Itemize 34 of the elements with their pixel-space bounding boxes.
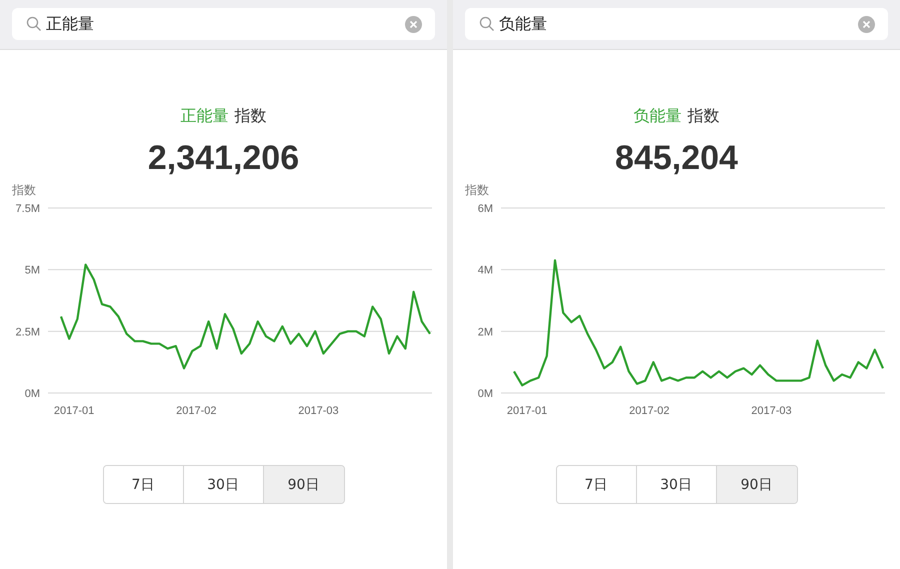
axis-tick-label: 2017-02 [629,405,670,417]
title-keyword: 负能量 [634,106,682,127]
axis-tick-label: 5M [24,264,40,277]
search-icon [26,16,42,32]
search-query: 负能量 [499,14,548,34]
axis-tick-label: 6M [478,203,493,215]
clear-icon[interactable] [858,16,875,32]
axis-tick-label: 0M [478,388,493,400]
search-query: 正能量 [46,14,95,34]
axis-label: 指数 [12,183,36,197]
axis-tick-label: 2M [478,326,493,338]
index-total: 845,204 [615,139,738,178]
axis-tick-label: 2017-02 [176,405,216,417]
range-tab[interactable]: 90日 [264,466,344,503]
search-field[interactable]: 正能量 [12,8,435,40]
range-tab[interactable]: 7日 [104,466,184,503]
axis-tick-label: 2017-01 [54,405,94,417]
axis-tick-label: 2017-01 [506,405,548,417]
search-icon [479,16,495,32]
search-field[interactable]: 负能量 [465,8,888,40]
axis-tick-label: 2017-03 [751,405,792,417]
axis-tick-label: 2.5M [16,326,40,338]
title-label: 指数 [234,106,266,127]
range-tab[interactable]: 90日 [716,466,796,503]
title-keyword: 正能量 [180,106,228,127]
axis-tick-label: 0M [24,388,40,400]
title-label: 指数 [688,106,720,127]
axis-tick-label: 4M [478,264,493,277]
axis-label: 指数 [465,183,489,197]
index-total: 2,341,206 [148,139,300,178]
axis-tick-label: 2017-03 [298,405,339,417]
axis-tick-label: 7.5M [16,203,40,215]
range-tab[interactable]: 7日 [556,466,636,503]
clear-icon[interactable] [405,16,422,32]
